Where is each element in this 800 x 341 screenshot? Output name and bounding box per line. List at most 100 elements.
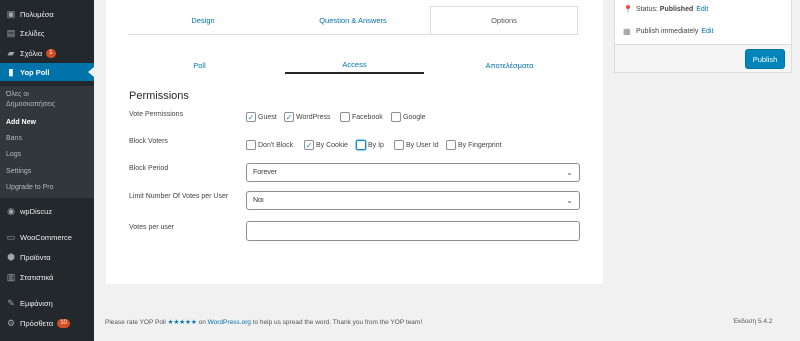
rating-stars-link[interactable]: ★★★★★ [168, 319, 197, 326]
checkbox-label: Google [403, 113, 426, 121]
checkbox-label: Don't Block [258, 141, 294, 149]
chevron-down-icon: ⌄ [566, 196, 573, 205]
tabs-divider [128, 34, 578, 35]
submenu-add-new[interactable]: Add New [6, 119, 36, 126]
checkbox-empty-icon [394, 140, 404, 150]
publish-button[interactable]: Publish [745, 49, 785, 69]
submenu-settings[interactable]: Settings [6, 168, 31, 175]
checkbox-google[interactable]: Google [391, 112, 426, 122]
checkbox-wordpress[interactable]: ✓ WordPress [284, 112, 331, 122]
nav-wpdiscuz[interactable]: ◉ wpDiscuz [0, 202, 94, 220]
checkbox-empty-icon [340, 112, 350, 122]
checkbox-empty-icon [446, 140, 456, 150]
checkbox-facebook[interactable]: Facebook [340, 112, 383, 122]
checkbox-guest[interactable]: ✓ Guest [246, 112, 277, 122]
nav-products[interactable]: ⬢ Προϊόντα [0, 248, 94, 266]
checkbox-label: By Fingerprint [458, 141, 502, 149]
nav-appearance[interactable]: ✎ Εμφάνιση [0, 294, 94, 312]
tab-question-answers[interactable]: Question & Answers [278, 6, 428, 34]
nav-label: Yop Poll [20, 67, 50, 77]
nav-label: Σχόλια [20, 48, 43, 58]
status-label: Status: [636, 6, 658, 13]
block-voters-label: Block Voters [129, 138, 168, 145]
nav-media[interactable]: ▣ Πολυμέσα [0, 5, 94, 23]
schedule-edit-link[interactable]: Edit [701, 28, 713, 35]
nav-label: Πρόσθετα [20, 318, 54, 328]
status-value: Published [659, 6, 694, 13]
submenu-all-polls-line2[interactable]: Δημοσκοπήσεις [6, 101, 55, 108]
nav-woocommerce[interactable]: ▭ WooCommerce [0, 228, 94, 246]
status-edit-link[interactable]: Edit [696, 6, 708, 13]
checkbox-label: By Ip [368, 141, 384, 149]
plugins-count-badge: 10 [57, 318, 70, 328]
stats-icon: ▥ [6, 272, 16, 282]
footer-on: on [198, 319, 206, 326]
publish-footer: Publish [615, 44, 791, 72]
nav-label: Πολυμέσα [20, 9, 54, 19]
schedule-row: ▦ Publish immediately Edit [623, 27, 713, 36]
footer-post: to help us spread the word. Thank you fr… [252, 319, 423, 326]
yop-poll-submenu: Όλες οι Δημοσκοπήσεις Add New Bans Logs … [0, 86, 94, 198]
nav-label: Στατιστικά [20, 272, 54, 282]
publish-when: immediately [660, 28, 699, 35]
chevron-down-icon: ⌄ [566, 168, 573, 177]
subtab-poll[interactable]: Poll [136, 56, 263, 74]
nav-comments[interactable]: ▰ Σχόλια 1 [0, 44, 94, 62]
checkbox-by-user-id[interactable]: By User Id [394, 140, 439, 150]
votes-per-user-label: Votes per user [129, 224, 175, 231]
block-period-select[interactable]: Forever ⌄ [246, 163, 580, 182]
comments-icon: ▰ [7, 48, 15, 58]
checkbox-dont-block[interactable]: Don't Block [246, 140, 293, 150]
nav-pages[interactable]: ▤ Σελίδες [0, 24, 94, 42]
vote-permissions-label: Vote Permissions [129, 111, 184, 118]
poll-editor-panel: Design Question & Answers Options Poll A… [106, 0, 603, 284]
submenu-logs[interactable]: Logs [6, 151, 21, 158]
version-text: Έκδοση 5.4.2 [733, 318, 773, 325]
nav-stats[interactable]: ▥ Στατιστικά [0, 268, 94, 286]
wordpress-org-link[interactable]: WordPress.org [208, 319, 251, 326]
nav-label: WooCommerce [20, 232, 72, 242]
admin-sidebar: ▣ Πολυμέσα ▤ Σελίδες ▰ Σχόλια 1 ▮ Yop Po… [0, 0, 94, 341]
subtab-access[interactable]: Access [285, 56, 424, 74]
footer-pre: Please rate YOP Poll [105, 319, 166, 326]
pin-icon: 📍 [623, 5, 633, 14]
checkbox-by-fingerprint[interactable]: By Fingerprint [446, 140, 502, 150]
submenu-upgrade[interactable]: Upgrade to Pro [6, 184, 53, 191]
pages-icon: ▤ [6, 28, 16, 38]
subtab-results[interactable]: Αποτελέσματα [446, 56, 573, 74]
limit-votes-select[interactable]: Ναι ⌄ [246, 191, 580, 210]
submenu-all-polls-line1[interactable]: Όλες οι [6, 91, 29, 98]
votes-per-user-input[interactable] [246, 221, 580, 241]
footer-rate-text: Please rate YOP Poll ★★★★★ on WordPress.… [105, 318, 422, 326]
calendar-icon: ▦ [623, 27, 631, 36]
checkbox-label: By User Id [406, 141, 439, 149]
checkmark-icon: ✓ [304, 140, 314, 150]
block-period-label: Block Period [129, 165, 169, 172]
tab-options[interactable]: Options [430, 6, 578, 34]
checkbox-empty-icon [246, 140, 256, 150]
nav-label: Σελίδες [20, 28, 45, 38]
products-icon: ⬢ [7, 252, 15, 262]
tab-design[interactable]: Design [128, 6, 278, 34]
appearance-icon: ✎ [7, 298, 15, 308]
select-value: Ναι [253, 197, 264, 204]
checkmark-icon: ✓ [246, 112, 256, 122]
nav-label: Προϊόντα [20, 252, 51, 262]
publish-text: Publish [636, 28, 659, 35]
checkmark-icon: ✓ [284, 112, 294, 122]
checkbox-by-cookie[interactable]: ✓ By Cookie [304, 140, 348, 150]
woo-icon: ▭ [6, 232, 16, 242]
nav-label: wpDiscuz [20, 206, 53, 216]
status-row: 📍 Status: Published Edit [623, 5, 708, 14]
submenu-bans[interactable]: Bans [6, 135, 22, 142]
limit-votes-label: Limit Number Of Votes per User [129, 193, 229, 200]
nav-plugins[interactable]: ⚙ Πρόσθετα 10 [0, 314, 94, 332]
checkbox-focused-icon [356, 140, 366, 150]
checkbox-by-ip[interactable]: By Ip [356, 140, 384, 150]
checkbox-empty-icon [391, 112, 401, 122]
checkbox-label: By Cookie [316, 141, 348, 149]
discuss-icon: ◉ [7, 206, 15, 216]
poll-icon: ▮ [8, 67, 14, 77]
nav-yop-poll[interactable]: ▮ Yop Poll [0, 63, 94, 81]
publish-box: 📍 Status: Published Edit ▦ Publish immed… [614, 0, 792, 73]
